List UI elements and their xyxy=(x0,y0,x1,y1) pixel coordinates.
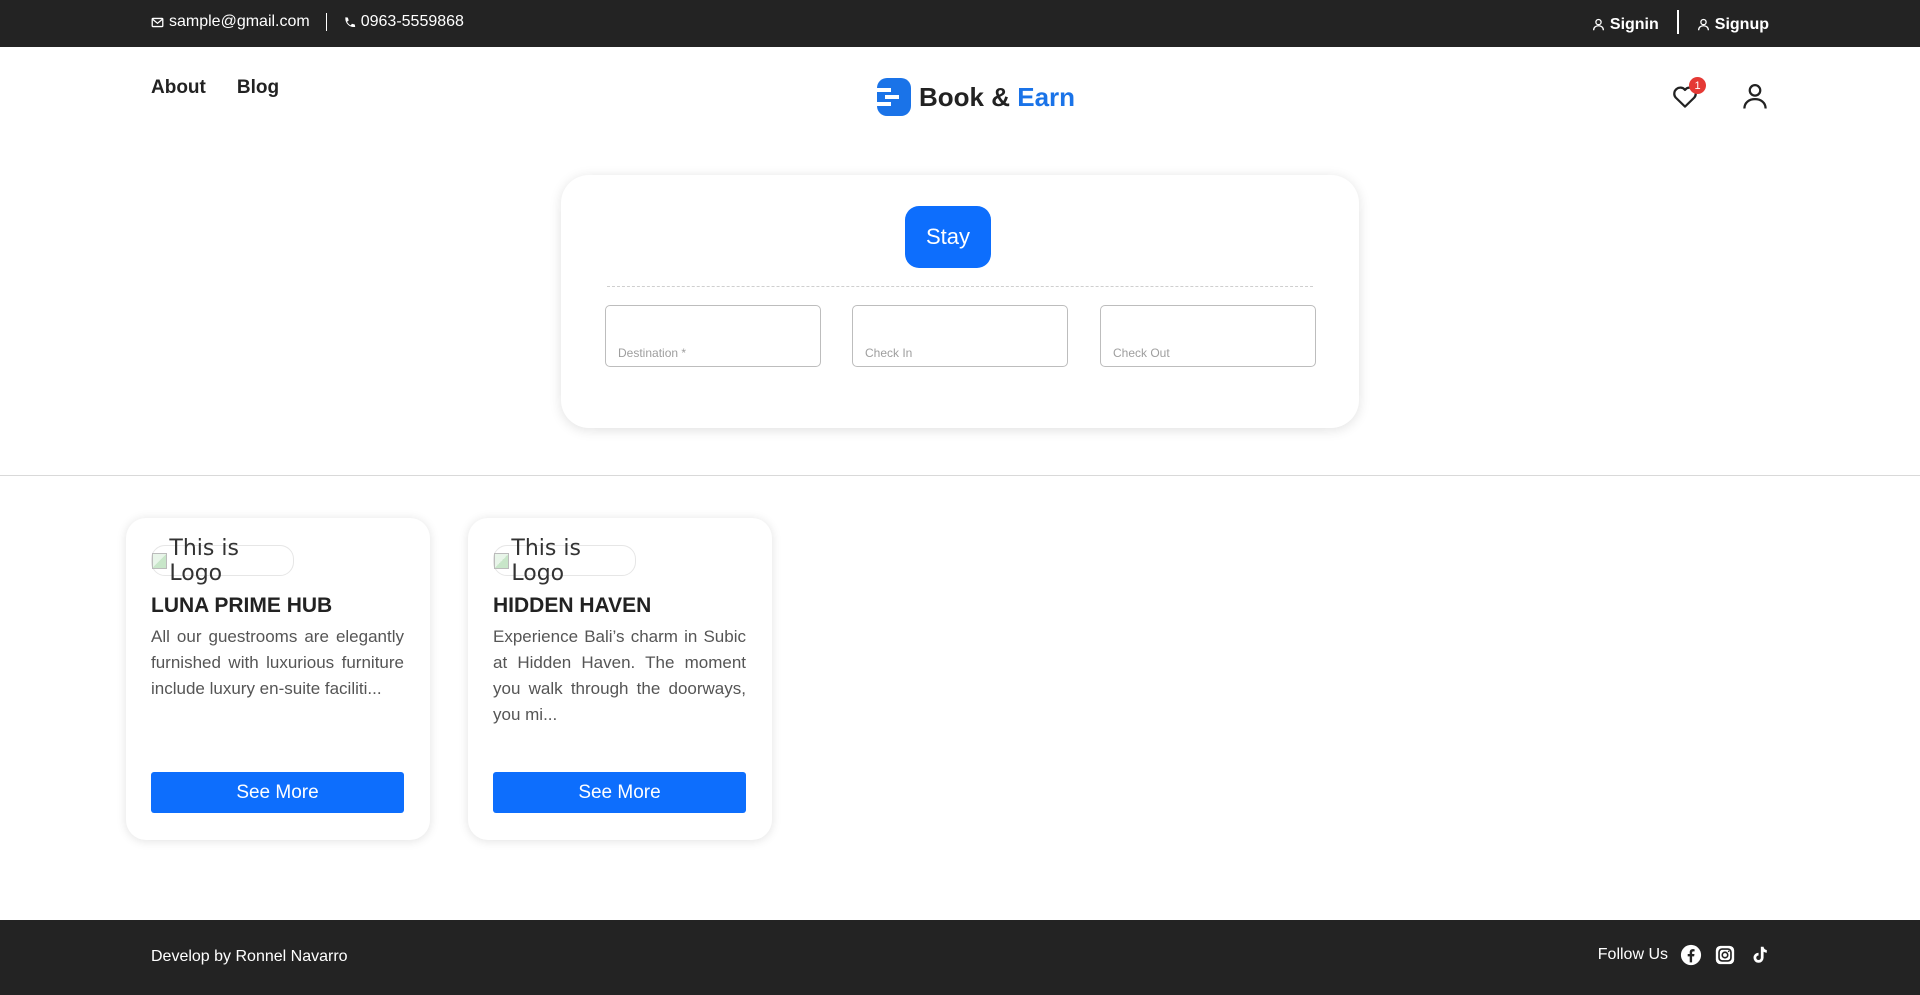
broken-image-icon xyxy=(494,552,510,569)
footer-credit: Develop by Ronnel Navarro xyxy=(151,948,348,965)
instagram-icon[interactable] xyxy=(1714,944,1736,966)
follow-label: Follow Us xyxy=(1597,946,1668,963)
brand-book: Book & xyxy=(919,81,1010,112)
checkout-placeholder: Check Out xyxy=(1113,346,1170,360)
user-icon xyxy=(1697,18,1709,31)
logo-alt-text: This is Logo xyxy=(169,535,239,586)
facebook-icon[interactable] xyxy=(1680,944,1702,966)
nav-about[interactable]: About xyxy=(151,77,206,99)
broken-image-icon xyxy=(152,552,168,569)
listing-logo-image: This is Logo xyxy=(151,536,294,586)
logo-alt-text: This is Logo xyxy=(511,535,581,586)
checkin-placeholder: Check In xyxy=(865,346,913,360)
email-item[interactable]: sample@gmail.com xyxy=(151,13,310,31)
auth-links: Signin Signup xyxy=(1592,10,1769,34)
destination-placeholder: Destination * xyxy=(618,346,687,360)
brand-logo[interactable]: Book & Earn xyxy=(877,78,1075,116)
contact-divider xyxy=(325,13,327,31)
social-links: Follow Us xyxy=(1598,944,1770,966)
wishlist-button[interactable]: 1 xyxy=(1670,77,1706,111)
phone-item[interactable]: 0963-5559868 xyxy=(343,13,464,31)
wishlist-count-badge: 1 xyxy=(1689,77,1706,94)
checkin-field[interactable]: Check In xyxy=(852,305,1068,367)
header-actions: 1 xyxy=(1670,77,1770,111)
listing-description: All our guestrooms are elegantly furnish… xyxy=(151,627,404,698)
logo-icon xyxy=(877,78,911,116)
email-text: sample@gmail.com xyxy=(169,13,310,30)
signup-label: Signup xyxy=(1714,15,1769,33)
phone-text: 0963-5559868 xyxy=(360,13,464,30)
see-more-button[interactable]: See More xyxy=(493,772,746,813)
brand-earn: Earn xyxy=(1017,81,1076,112)
search-divider xyxy=(607,286,1313,287)
signup-link[interactable]: Signup xyxy=(1697,11,1769,34)
top-bar: sample@gmail.com 0963-5559868 Signin Sig… xyxy=(0,0,1920,47)
account-icon[interactable] xyxy=(1740,81,1770,111)
brand-name: Book & Earn xyxy=(919,82,1075,113)
listing-card: This is Logo HIDDEN HAVEN Experience Bal… xyxy=(468,518,772,840)
footer: Develop by Ronnel Navarro Follow Us xyxy=(0,920,1920,995)
user-icon xyxy=(1592,18,1604,31)
checkout-field[interactable]: Check Out xyxy=(1100,305,1316,367)
signin-link[interactable]: Signin xyxy=(1592,11,1659,34)
listing-title: HIDDEN HAVEN xyxy=(493,594,652,617)
mail-icon xyxy=(151,17,164,27)
listing-card: This is Logo LUNA PRIME HUB All our gues… xyxy=(126,518,430,840)
nav-blog[interactable]: Blog xyxy=(237,77,279,99)
main-header: About Blog Book & Earn 1 xyxy=(0,47,1920,142)
section-divider xyxy=(0,475,1920,476)
see-more-button[interactable]: See More xyxy=(151,772,404,813)
main-nav: About Blog xyxy=(151,77,279,99)
listing-title: LUNA PRIME HUB xyxy=(151,594,333,617)
auth-divider xyxy=(1676,10,1679,34)
phone-icon xyxy=(345,16,355,27)
signin-label: Signin xyxy=(1609,15,1659,33)
listing-logo-image: This is Logo xyxy=(493,536,636,586)
search-panel: Stay Destination * Check In Check Out xyxy=(561,175,1359,428)
destination-field[interactable]: Destination * xyxy=(605,305,821,367)
listing-description: Experience Bali’s charm in Subic at Hidd… xyxy=(493,627,746,724)
stay-tab-button[interactable]: Stay xyxy=(905,206,991,268)
tiktok-icon[interactable] xyxy=(1748,944,1770,966)
contact-info: sample@gmail.com 0963-5559868 xyxy=(151,13,464,31)
